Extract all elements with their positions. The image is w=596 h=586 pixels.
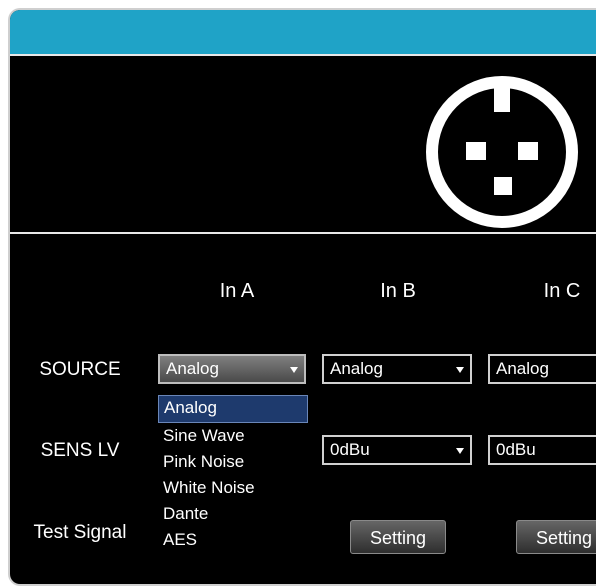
source-select-in-c[interactable]: Analog	[488, 354, 596, 384]
chevron-down-icon	[290, 367, 298, 373]
test-signal-label: Test Signal	[33, 522, 127, 543]
dropdown-option[interactable]: White Noise	[158, 475, 308, 501]
source-select-in-b-value: Analog	[330, 359, 383, 378]
sens-level-label: SENS LV	[40, 440, 120, 461]
dropdown-option[interactable]: Dante	[158, 501, 308, 527]
source-select-in-c-value: Analog	[496, 359, 549, 378]
column-header-in-c: In C	[543, 280, 581, 302]
setting-button-in-b[interactable]: Setting	[350, 520, 446, 554]
dropdown-option[interactable]: AES	[158, 527, 308, 553]
dropdown-option[interactable]: Analog	[158, 395, 308, 423]
sens-select-in-b-value: 0dBu	[330, 440, 370, 459]
app-window: In A In B In C SOURCE SENS LV Test Signa…	[8, 8, 596, 586]
title-bar	[10, 10, 596, 54]
setting-button-in-c[interactable]: Setting	[516, 520, 596, 554]
source-dropdown-list: Analog Sine Wave Pink Noise White Noise …	[158, 395, 308, 553]
dropdown-option[interactable]: Sine Wave	[158, 423, 308, 449]
source-select-in-b[interactable]: Analog	[322, 354, 472, 384]
chevron-down-icon	[456, 367, 464, 373]
sens-select-in-b[interactable]: 0dBu	[322, 435, 472, 465]
source-select-in-a-value: Analog	[166, 359, 219, 378]
source-label: SOURCE	[39, 359, 121, 380]
column-header-in-a: In A	[219, 280, 255, 302]
chevron-down-icon	[456, 448, 464, 454]
xlr-connector-icon	[426, 76, 578, 228]
sens-select-in-c[interactable]: 0dBu	[488, 435, 596, 465]
section-divider	[10, 232, 596, 234]
source-select-in-a[interactable]: Analog	[158, 354, 306, 384]
sens-select-in-c-value: 0dBu	[496, 440, 536, 459]
dropdown-option[interactable]: Pink Noise	[158, 449, 308, 475]
column-header-in-b: In B	[380, 280, 416, 302]
